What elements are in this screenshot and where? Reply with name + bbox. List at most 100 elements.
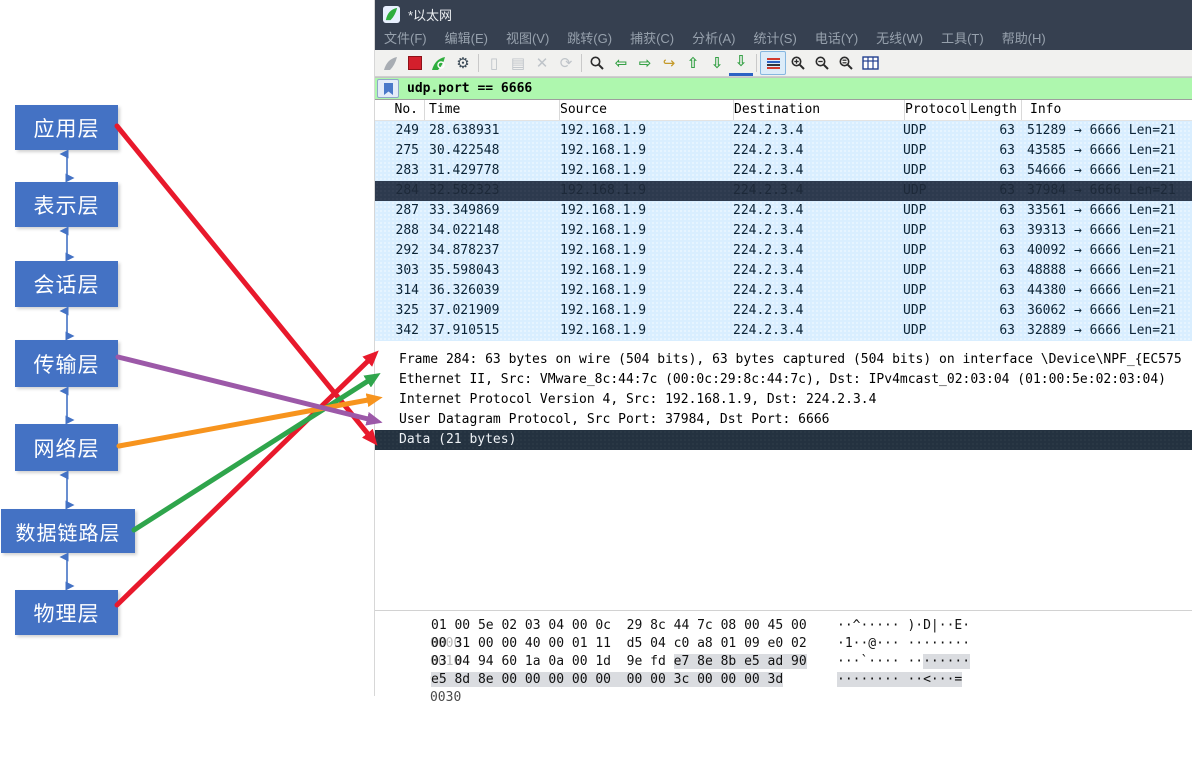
find-packet-icon[interactable] xyxy=(585,52,609,74)
cell-source: 192.168.1.9 xyxy=(560,281,733,301)
detail-row-ip[interactable]: Internet Protocol Version 4, Src: 192.16… xyxy=(375,390,1192,410)
cell-no: 325 xyxy=(375,301,425,321)
colorize-icon[interactable] xyxy=(760,51,786,75)
auto-scroll-icon[interactable]: ⇩ xyxy=(729,51,753,76)
cell-protocol: UDP xyxy=(903,121,967,141)
menu-edit[interactable]: 编辑(E) xyxy=(436,28,497,50)
packet-row[interactable]: 28331.429778192.168.1.9224.2.3.4UDP63546… xyxy=(375,161,1192,181)
go-next-icon[interactable]: ⇨ xyxy=(633,52,657,74)
capture-options-icon[interactable]: ⚙ xyxy=(451,52,475,74)
hex-row[interactable]: 0020 03 04 94 60 1a 0a 00 1d 9e fd e7 8e… xyxy=(375,653,1192,671)
menu-help[interactable]: 帮助(H) xyxy=(993,28,1055,50)
packet-row[interactable]: 34237.910515192.168.1.9224.2.3.4UDP63328… xyxy=(375,321,1192,341)
cell-source: 192.168.1.9 xyxy=(560,301,733,321)
osi-layer-session: 会话层 xyxy=(15,261,118,307)
packet-row[interactable]: 28834.022148192.168.1.9224.2.3.4UDP63393… xyxy=(375,221,1192,241)
packet-row[interactable]: 29234.878237192.168.1.9224.2.3.4UDP63400… xyxy=(375,241,1192,261)
cell-info: 48888 → 6666 Len=21 xyxy=(1019,261,1192,281)
cell-length: 63 xyxy=(967,281,1019,301)
packet-row-selected[interactable]: 28432.582323192.168.1.9224.2.3.4UDP63379… xyxy=(375,181,1192,201)
packet-row[interactable]: 32537.021909192.168.1.9224.2.3.4UDP63360… xyxy=(375,301,1192,321)
menu-statistics[interactable]: 统计(S) xyxy=(744,28,805,50)
packet-row[interactable]: 31436.326039192.168.1.9224.2.3.4UDP63443… xyxy=(375,281,1192,301)
hex-row[interactable]: 0030 e5 8d 8e 00 00 00 00 00 00 00 3c 00… xyxy=(375,671,1192,689)
col-length[interactable]: Length xyxy=(970,100,1022,120)
cell-source: 192.168.1.9 xyxy=(560,161,733,181)
menu-telephony[interactable]: 电话(Y) xyxy=(806,28,867,50)
bookmark-icon[interactable] xyxy=(377,79,399,98)
arrow-network-to-ip xyxy=(119,400,368,446)
filter-input[interactable]: udp.port == 6666 xyxy=(407,81,532,96)
go-first-icon[interactable]: ⇧ xyxy=(681,52,705,74)
toolbar-separator xyxy=(478,54,479,72)
menu-view[interactable]: 视图(V) xyxy=(497,28,558,50)
cell-dest: 224.2.3.4 xyxy=(733,261,903,281)
cell-dest: 224.2.3.4 xyxy=(733,181,903,201)
col-protocol[interactable]: Protocol xyxy=(905,100,970,120)
cell-source: 192.168.1.9 xyxy=(560,181,733,201)
cell-no: 249 xyxy=(375,121,425,141)
menu-wireless[interactable]: 无线(W) xyxy=(867,28,932,50)
detail-row-udp[interactable]: User Datagram Protocol, Src Port: 37984,… xyxy=(375,410,1192,430)
go-last-icon[interactable]: ⇩ xyxy=(705,52,729,74)
cell-source: 192.168.1.9 xyxy=(560,141,733,161)
menu-analyze[interactable]: 分析(A) xyxy=(683,28,744,50)
cell-info: 39313 → 6666 Len=21 xyxy=(1019,221,1192,241)
arrow-application-to-data xyxy=(117,126,368,434)
capture-start-icon xyxy=(379,52,403,74)
hex-row[interactable]: 0010 00 31 00 00 40 00 01 11 d5 04 c0 a8… xyxy=(375,635,1192,653)
col-no[interactable]: No. xyxy=(375,100,425,120)
hex-bytes: 03 04 94 60 1a 0a 00 1d 9e fd e7 8e 8b e… xyxy=(431,653,807,671)
go-to-packet-icon[interactable]: ↪ xyxy=(657,52,681,74)
col-info[interactable]: Info xyxy=(1022,100,1192,120)
cell-length: 63 xyxy=(967,301,1019,321)
packet-row[interactable]: 27530.422548192.168.1.9224.2.3.4UDP63435… xyxy=(375,141,1192,161)
menu-capture[interactable]: 捕获(C) xyxy=(621,28,683,50)
detail-row-ethernet[interactable]: Ethernet II, Src: VMware_8c:44:7c (00:0c… xyxy=(375,370,1192,390)
packet-details-pane: Frame 284: 63 bytes on wire (504 bits), … xyxy=(375,350,1192,450)
cell-dest: 224.2.3.4 xyxy=(733,241,903,261)
cell-time: 33.349869 xyxy=(425,201,560,221)
cell-dest: 224.2.3.4 xyxy=(733,161,903,181)
wireshark-logo-icon xyxy=(383,6,400,23)
cell-protocol: UDP xyxy=(903,201,967,221)
capture-restart-icon[interactable] xyxy=(427,52,451,74)
menu-file[interactable]: 文件(F) xyxy=(375,28,436,50)
cell-no: 342 xyxy=(375,321,425,341)
zoom-out-icon[interactable] xyxy=(810,52,834,74)
menu-tools[interactable]: 工具(T) xyxy=(932,28,993,50)
packet-list-header: No. Time Source Destination Protocol Len… xyxy=(375,100,1192,121)
capture-stop-icon[interactable] xyxy=(403,52,427,74)
cell-time: 31.429778 xyxy=(425,161,560,181)
col-source[interactable]: Source xyxy=(560,100,734,120)
detail-row-frame[interactable]: Frame 284: 63 bytes on wire (504 bits), … xyxy=(375,350,1192,370)
menu-bar: 文件(F) 编辑(E) 视图(V) 跳转(G) 捕获(C) 分析(A) 统计(S… xyxy=(375,28,1192,50)
detail-row-data[interactable]: Data (21 bytes) xyxy=(375,430,1192,450)
cell-dest: 224.2.3.4 xyxy=(733,141,903,161)
cell-protocol: UDP xyxy=(903,221,967,241)
cell-length: 63 xyxy=(967,321,1019,341)
packet-row[interactable]: 24928.638931192.168.1.9224.2.3.4UDP63512… xyxy=(375,121,1192,141)
cell-no: 303 xyxy=(375,261,425,281)
hex-row[interactable]: 0000 01 00 5e 02 03 04 00 0c 29 8c 44 7c… xyxy=(375,617,1192,635)
osi-layer-datalink: 数据链路层 xyxy=(1,509,135,553)
packet-row[interactable]: 28733.349869192.168.1.9224.2.3.4UDP63335… xyxy=(375,201,1192,221)
zoom-original-icon[interactable] xyxy=(834,52,858,74)
cell-length: 63 xyxy=(967,201,1019,221)
cell-info: 36062 → 6666 Len=21 xyxy=(1019,301,1192,321)
zoom-in-icon[interactable] xyxy=(786,52,810,74)
packet-row[interactable]: 30335.598043192.168.1.9224.2.3.4UDP63488… xyxy=(375,261,1192,281)
menu-go[interactable]: 跳转(G) xyxy=(558,28,621,50)
resize-columns-icon[interactable] xyxy=(858,52,882,74)
main-toolbar: ⚙ ▯ ▤ ✕ ⟳ ⇦ ⇨ ↪ ⇧ ⇩ ⇩ xyxy=(375,50,1192,77)
osi-layer-presentation: 表示层 xyxy=(15,182,118,227)
cell-time: 34.022148 xyxy=(425,221,560,241)
hex-bytes: 01 00 5e 02 03 04 00 0c 29 8c 44 7c 08 0… xyxy=(431,617,807,635)
cell-no: 314 xyxy=(375,281,425,301)
col-time[interactable]: Time xyxy=(425,100,560,120)
cell-length: 63 xyxy=(967,221,1019,241)
go-previous-icon[interactable]: ⇦ xyxy=(609,52,633,74)
col-dest[interactable]: Destination xyxy=(734,100,905,120)
cell-length: 63 xyxy=(967,141,1019,161)
cell-dest: 224.2.3.4 xyxy=(733,221,903,241)
